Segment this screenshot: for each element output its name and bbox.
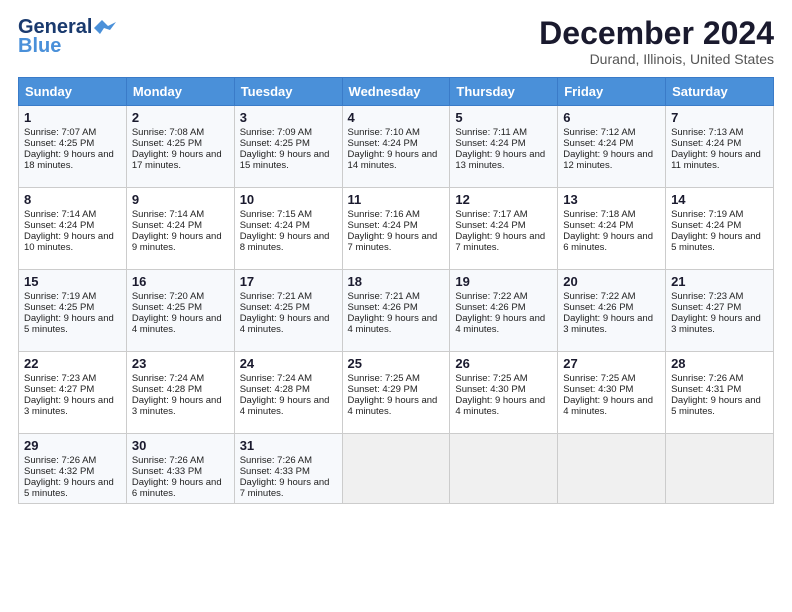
table-row: 27Sunrise: 7:25 AMSunset: 4:30 PMDayligh… [558,352,666,434]
table-row: 29Sunrise: 7:26 AMSunset: 4:32 PMDayligh… [19,434,127,504]
table-row: 14Sunrise: 7:19 AMSunset: 4:24 PMDayligh… [666,188,774,270]
table-row: 13Sunrise: 7:18 AMSunset: 4:24 PMDayligh… [558,188,666,270]
table-row: 1Sunrise: 7:07 AMSunset: 4:25 PMDaylight… [19,106,127,188]
table-row: 20Sunrise: 7:22 AMSunset: 4:26 PMDayligh… [558,270,666,352]
table-row: 28Sunrise: 7:26 AMSunset: 4:31 PMDayligh… [666,352,774,434]
table-row: 18Sunrise: 7:21 AMSunset: 4:26 PMDayligh… [342,270,450,352]
table-row: 22Sunrise: 7:23 AMSunset: 4:27 PMDayligh… [19,352,127,434]
table-row: 30Sunrise: 7:26 AMSunset: 4:33 PMDayligh… [126,434,234,504]
month-title: December 2024 [539,16,774,51]
table-row: 19Sunrise: 7:22 AMSunset: 4:26 PMDayligh… [450,270,558,352]
table-row: 10Sunrise: 7:15 AMSunset: 4:24 PMDayligh… [234,188,342,270]
table-row: 7Sunrise: 7:13 AMSunset: 4:24 PMDaylight… [666,106,774,188]
logo-blue: Blue [18,35,61,58]
table-row: 3Sunrise: 7:09 AMSunset: 4:25 PMDaylight… [234,106,342,188]
table-row [450,434,558,504]
calendar-table: Sunday Monday Tuesday Wednesday Thursday… [18,77,774,504]
table-row: 16Sunrise: 7:20 AMSunset: 4:25 PMDayligh… [126,270,234,352]
col-tuesday: Tuesday [234,78,342,106]
col-thursday: Thursday [450,78,558,106]
logo-bird-icon [94,20,116,36]
table-row [666,434,774,504]
col-monday: Monday [126,78,234,106]
title-area: December 2024 Durand, Illinois, United S… [539,16,774,67]
table-row: 6Sunrise: 7:12 AMSunset: 4:24 PMDaylight… [558,106,666,188]
table-row: 12Sunrise: 7:17 AMSunset: 4:24 PMDayligh… [450,188,558,270]
table-row: 21Sunrise: 7:23 AMSunset: 4:27 PMDayligh… [666,270,774,352]
table-row: 9Sunrise: 7:14 AMSunset: 4:24 PMDaylight… [126,188,234,270]
table-row: 4Sunrise: 7:10 AMSunset: 4:24 PMDaylight… [342,106,450,188]
table-row: 24Sunrise: 7:24 AMSunset: 4:28 PMDayligh… [234,352,342,434]
col-saturday: Saturday [666,78,774,106]
col-friday: Friday [558,78,666,106]
table-row: 8Sunrise: 7:14 AMSunset: 4:24 PMDaylight… [19,188,127,270]
table-row: 31Sunrise: 7:26 AMSunset: 4:33 PMDayligh… [234,434,342,504]
location: Durand, Illinois, United States [539,51,774,67]
table-row: 2Sunrise: 7:08 AMSunset: 4:25 PMDaylight… [126,106,234,188]
table-row: 5Sunrise: 7:11 AMSunset: 4:24 PMDaylight… [450,106,558,188]
table-row: 15Sunrise: 7:19 AMSunset: 4:25 PMDayligh… [19,270,127,352]
col-sunday: Sunday [19,78,127,106]
header: General Blue December 2024 Durand, Illin… [18,16,774,67]
table-row: 11Sunrise: 7:16 AMSunset: 4:24 PMDayligh… [342,188,450,270]
header-row: Sunday Monday Tuesday Wednesday Thursday… [19,78,774,106]
table-row: 26Sunrise: 7:25 AMSunset: 4:30 PMDayligh… [450,352,558,434]
logo: General Blue [18,16,116,58]
table-row [342,434,450,504]
table-row [558,434,666,504]
page-container: General Blue December 2024 Durand, Illin… [0,0,792,514]
table-row: 25Sunrise: 7:25 AMSunset: 4:29 PMDayligh… [342,352,450,434]
table-row: 17Sunrise: 7:21 AMSunset: 4:25 PMDayligh… [234,270,342,352]
col-wednesday: Wednesday [342,78,450,106]
table-row: 23Sunrise: 7:24 AMSunset: 4:28 PMDayligh… [126,352,234,434]
